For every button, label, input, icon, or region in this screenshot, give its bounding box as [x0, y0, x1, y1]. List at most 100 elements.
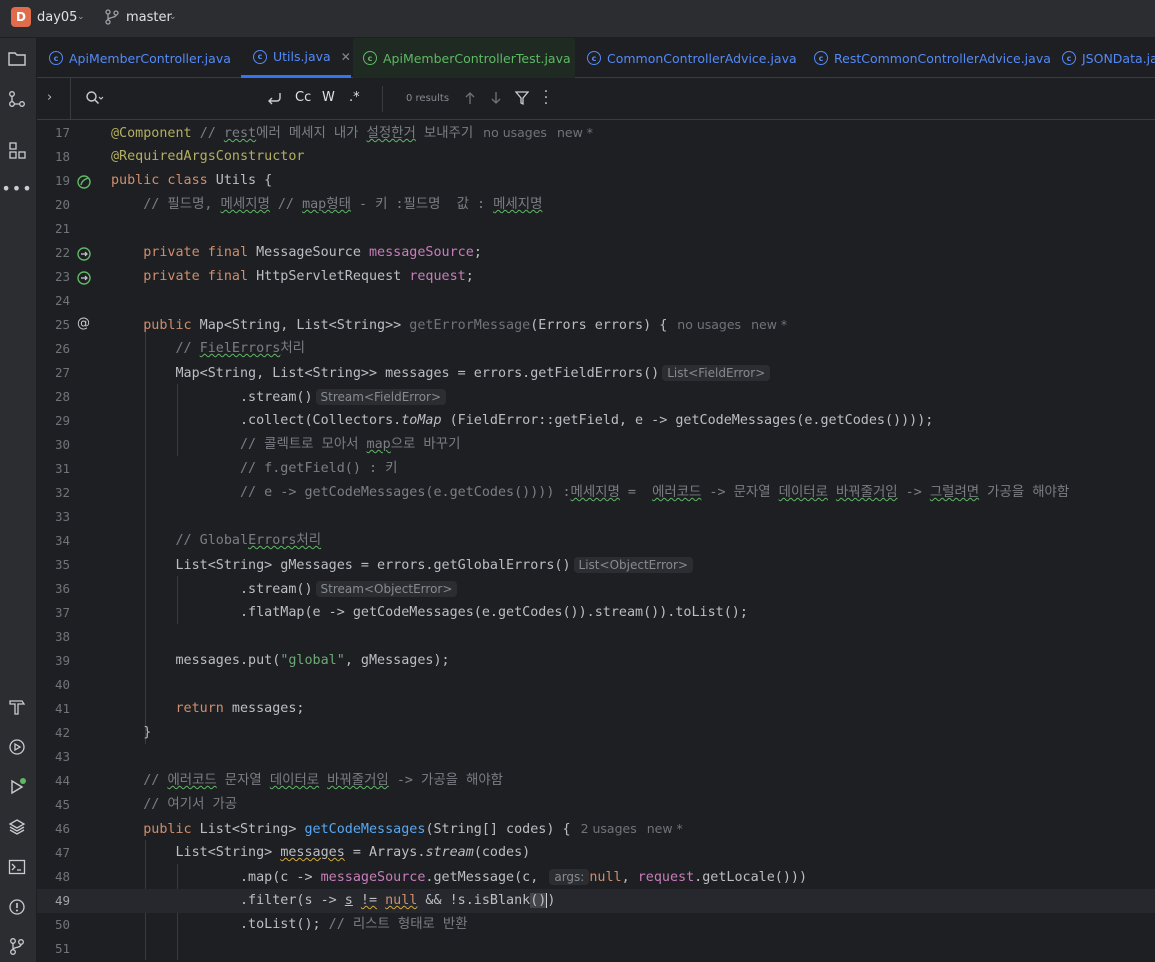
tab-apimembercontrollertest[interactable]: c ApiMemberControllerTest.java [353, 38, 575, 78]
spring-autowired-icon[interactable] [77, 246, 91, 261]
code-line: 39 messages.put("global", gMessages); [37, 649, 1155, 673]
code-line: 21 [37, 217, 1155, 241]
at-sign-icon[interactable]: @ [77, 316, 91, 331]
type-hint: Stream<FieldError> [315, 389, 447, 405]
line-number: 33 [54, 509, 70, 524]
code-line: 46 public List<String> getCodeMessages(S… [37, 817, 1155, 841]
code-line: 25 @ public Map<String, List<String>> get… [37, 313, 1155, 337]
usages-hint[interactable]: 2 usages [581, 821, 637, 836]
usages-hint[interactable]: no usages [483, 125, 547, 140]
more-vertical-icon[interactable]: · · · [542, 85, 550, 111]
line-number: 18 [54, 149, 70, 164]
type-hint: Stream<ObjectError> [315, 581, 458, 597]
git-branch-icon[interactable] [104, 9, 120, 29]
structure-icon[interactable] [6, 139, 28, 161]
class-icon: c [814, 51, 828, 65]
folder-icon[interactable] [6, 48, 28, 70]
hammer-icon[interactable] [6, 696, 28, 718]
tab-restcommoncontrolleradvice[interactable]: c RestCommonControllerAdvice.java [814, 38, 1051, 78]
code-line: 37 .flatMap(e -> getCodeMessages(e.getCo… [37, 601, 1155, 625]
line-number: 25 [54, 317, 70, 332]
line-number: 45 [54, 797, 70, 812]
code-line: 27 Map<String, List<String>> messages = … [37, 361, 1155, 385]
code-line: 48 .map(c -> messageSource.getMessage(c,… [37, 865, 1155, 889]
tab-utils[interactable]: c Utils.java ✕ [241, 38, 351, 78]
code-line: 50 .toList(); // 리스트 형태로 반환 [37, 913, 1155, 937]
code-line: 33 [37, 505, 1155, 529]
class-icon: c [587, 51, 601, 65]
author-hint[interactable]: new * [647, 821, 683, 836]
line-number: 27 [54, 365, 70, 380]
search-icon[interactable] [85, 90, 105, 110]
words-button[interactable]: W [322, 90, 335, 105]
line-number: 38 [54, 629, 70, 644]
code-line: 26 // FielErrors처리 [37, 337, 1155, 361]
line-number: 28 [54, 389, 70, 404]
line-number: 37 [54, 605, 70, 620]
author-hint[interactable]: new * [557, 125, 593, 140]
code-line: 44 // 에러코드 문자열 데이터로 바꿔줄거임 -> 가공을 해야함 [37, 769, 1155, 793]
code-line: 42 } [37, 721, 1155, 745]
code-line: 45 // 여기서 가공 [37, 793, 1155, 817]
branch-name[interactable]: master [126, 10, 172, 25]
tab-label: RestCommonControllerAdvice.java [834, 50, 1051, 66]
line-number: 48 [54, 869, 70, 884]
code-line: 24 [37, 289, 1155, 313]
problems-icon[interactable] [6, 896, 28, 918]
regex-button[interactable]: .* [349, 90, 360, 105]
chevron-right-icon[interactable]: › [47, 90, 52, 105]
line-number: 24 [54, 293, 70, 308]
layers-icon[interactable] [6, 816, 28, 838]
spring-autowired-icon[interactable] [77, 270, 91, 285]
code-line: 23 private final HttpServletRequest requ… [37, 265, 1155, 289]
line-number: 51 [54, 941, 70, 956]
test-class-icon: c [363, 51, 377, 65]
line-number: 31 [54, 461, 70, 476]
more-icon[interactable]: ••• [1, 177, 31, 199]
version-control-icon[interactable] [6, 935, 28, 957]
line-number: 32 [54, 485, 70, 500]
project-name[interactable]: day05 [37, 10, 77, 25]
line-number: 20 [54, 197, 70, 212]
line-number: 29 [54, 413, 70, 428]
close-icon[interactable]: ✕ [341, 50, 351, 64]
run-icon[interactable] [6, 776, 28, 798]
code-line: 28 .stream() Stream<FieldError> [37, 385, 1155, 409]
current-code-line: 49 .filter(s -> s != null && !s.isBlank(… [37, 889, 1155, 913]
class-icon: c [253, 49, 267, 64]
line-number: 42 [54, 725, 70, 740]
divider [70, 78, 71, 120]
code-line: 35 List<String> gMessages = errors.getGl… [37, 553, 1155, 577]
type-hint: List<FieldError> [662, 365, 771, 381]
line-number: 23 [54, 269, 70, 284]
tab-label: ApiMemberControllerTest.java [383, 50, 571, 66]
tab-apimembercontroller[interactable]: c ApiMemberController.java [49, 38, 231, 78]
terminal-icon[interactable] [6, 856, 28, 878]
tab-jsondata[interactable]: c JSONData.java [1062, 38, 1155, 78]
code-editor[interactable]: 17 @Component // rest에러 메세지 내가 설정한거 보내주기 n… [37, 120, 1155, 962]
arrow-up-icon[interactable] [463, 90, 477, 110]
class-icon: c [49, 51, 63, 65]
chevron-down-icon[interactable]: ⌄ [77, 12, 85, 22]
filter-icon[interactable] [514, 90, 530, 110]
arrow-down-icon[interactable] [489, 90, 503, 110]
tab-commoncontrolleradvice[interactable]: c CommonControllerAdvice.java [587, 38, 797, 78]
line-number: 36 [54, 581, 70, 596]
usages-hint[interactable]: no usages [677, 317, 741, 332]
services-icon[interactable] [6, 736, 28, 758]
line-number: 35 [54, 557, 70, 572]
line-number: 39 [54, 653, 70, 668]
line-number: 46 [54, 821, 70, 836]
newline-icon[interactable] [266, 90, 284, 110]
author-hint[interactable]: new * [751, 317, 787, 332]
match-case-button[interactable]: Cc [295, 90, 311, 105]
spring-bean-icon[interactable] [77, 174, 91, 189]
code-line: 18 @RequiredArgsConstructor [37, 145, 1155, 169]
code-line: 32 // e -> getCodeMessages(e.getCodes())… [37, 481, 1155, 505]
chevron-down-icon[interactable]: ⌄ [169, 12, 177, 22]
line-number: 19 [54, 173, 70, 188]
line-number: 40 [54, 677, 70, 692]
project-badge[interactable]: D [11, 7, 31, 27]
commit-icon[interactable] [6, 88, 28, 110]
find-bar: › Cc W .* 0 results · · · [37, 78, 1155, 120]
